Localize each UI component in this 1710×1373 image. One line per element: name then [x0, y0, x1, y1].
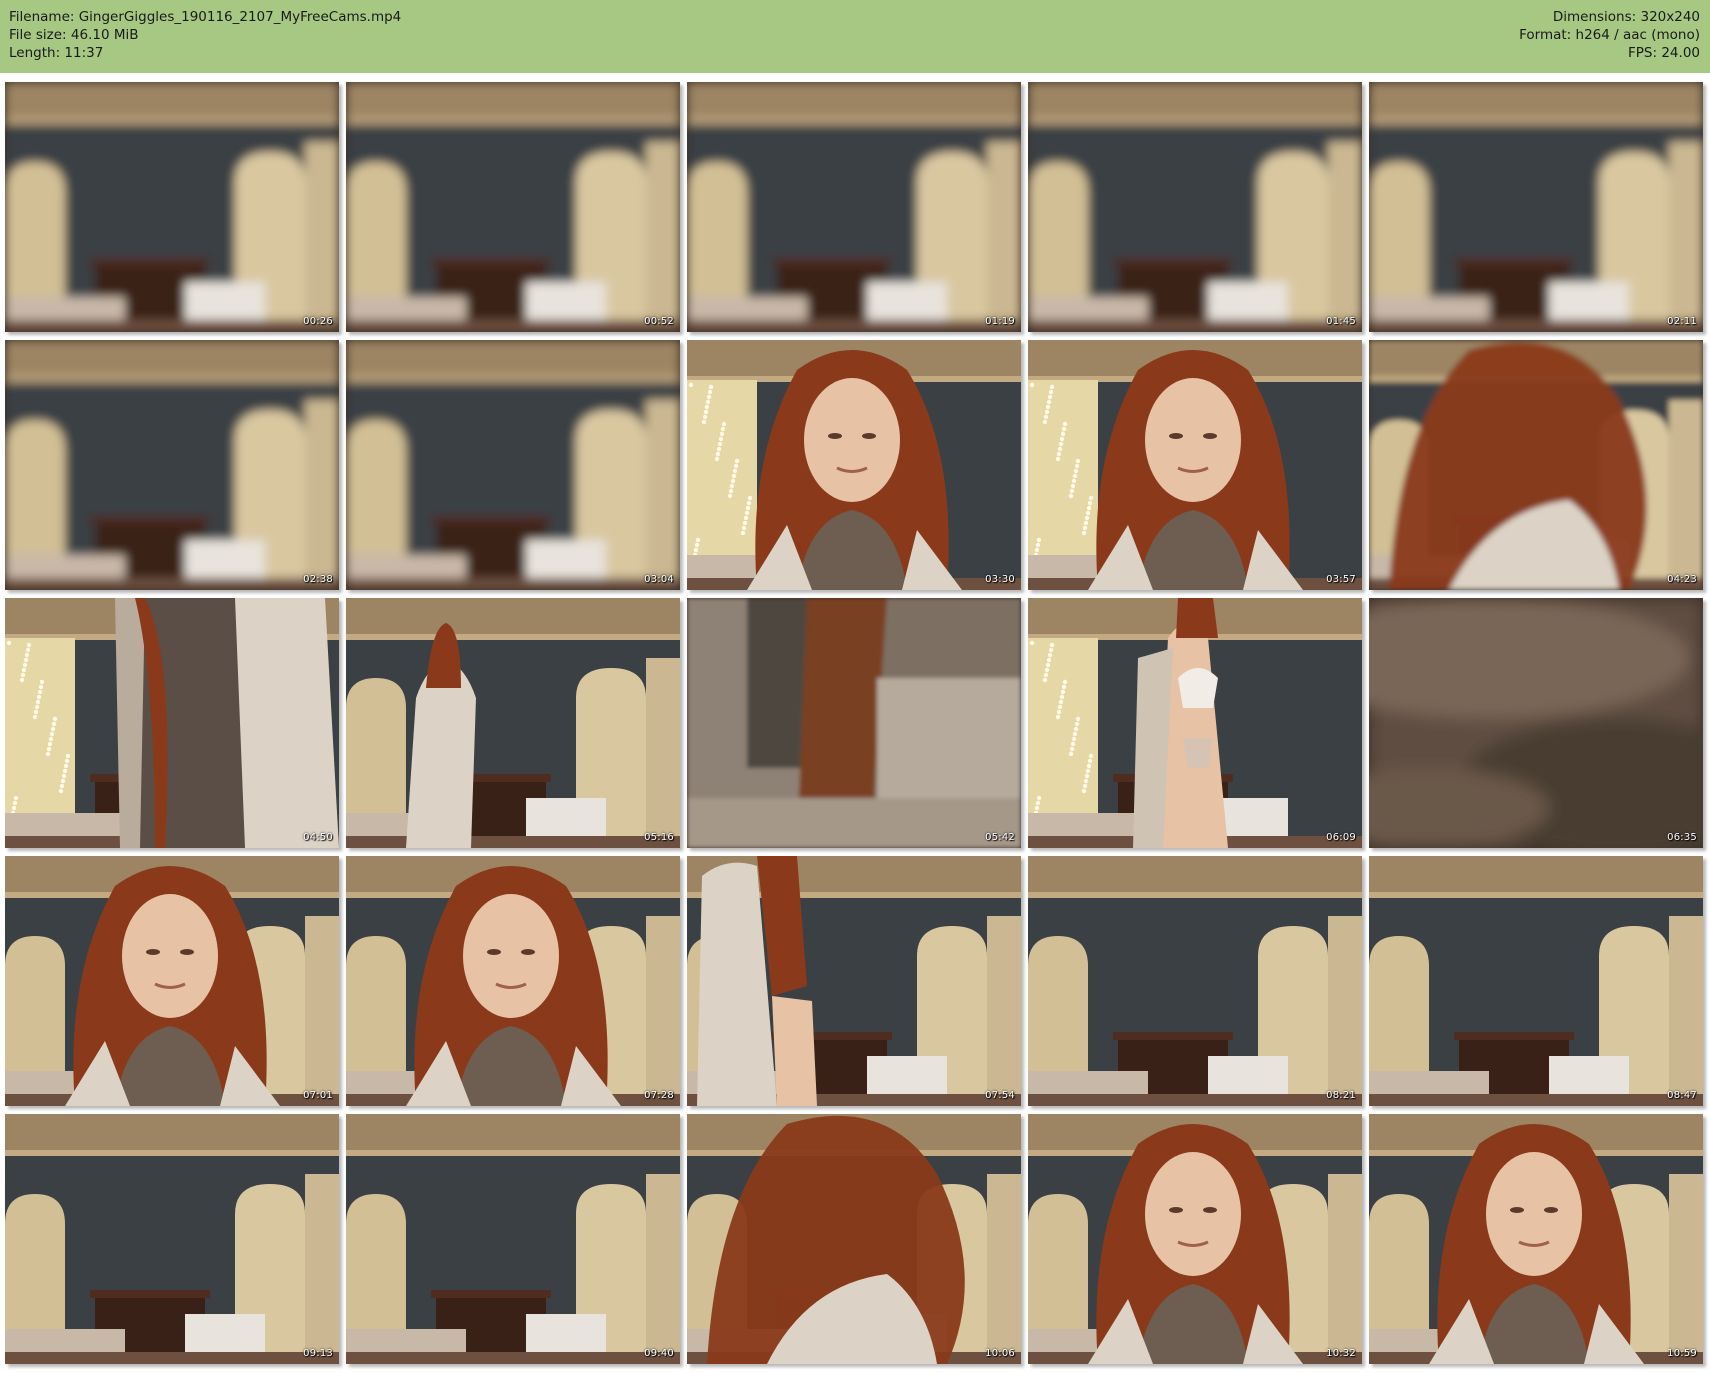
thumbnail-frame: 05:16: [346, 598, 680, 848]
thumbnail-timestamp: 08:21: [1326, 1090, 1356, 1101]
filename-text: Filename: GingerGiggles_190116_2107_MyFr…: [9, 9, 402, 25]
format-text: Format: h264 / aac (mono): [1519, 27, 1700, 43]
thumbnail-image: [1028, 856, 1362, 1106]
thumbnail-timestamp: 10:06: [985, 1348, 1015, 1359]
thumbnail-image: [346, 340, 680, 590]
thumbnail-image: [5, 82, 339, 332]
thumbnail-image: [1369, 598, 1703, 848]
thumbnail-image: [1028, 340, 1362, 590]
thumbnail-image: [346, 82, 680, 332]
thumbnail-timestamp: 08:47: [1667, 1090, 1697, 1101]
thumbnail-image: [346, 856, 680, 1106]
thumbnail-timestamp: 03:30: [985, 574, 1015, 585]
thumbnail-frame: 07:54: [687, 856, 1021, 1106]
thumbnail-frame: 00:26: [5, 82, 339, 332]
thumbnail-image: [1369, 1114, 1703, 1364]
thumbnail-frame: 10:32: [1028, 1114, 1362, 1364]
thumbnail-frame: 01:19: [687, 82, 1021, 332]
thumbnail-image: [5, 340, 339, 590]
thumbnail-timestamp: 09:40: [644, 1348, 674, 1359]
thumbnail-timestamp: 01:45: [1326, 316, 1356, 327]
thumbnail-timestamp: 07:28: [644, 1090, 674, 1101]
thumbnail-timestamp: 06:09: [1326, 832, 1356, 843]
thumbnail-timestamp: 04:50: [303, 832, 333, 843]
length-text: Length: 11:37: [9, 45, 104, 61]
thumbnail-timestamp: 05:42: [985, 832, 1015, 843]
thumbnail-frame: 02:38: [5, 340, 339, 590]
file-info: Filename: GingerGiggles_190116_2107_MyFr…: [9, 8, 401, 62]
thumbnail-image: [1369, 856, 1703, 1106]
thumbnail-image: [687, 340, 1021, 590]
thumbnail-frame: 06:35: [1369, 598, 1703, 848]
video-info: Dimensions: 320x240 Format: h264 / aac (…: [1519, 8, 1700, 62]
thumbnail-grid: 00:26 00:52 01:19 01:45 02:11 02:38 03:0…: [5, 82, 1705, 1368]
thumbnail-timestamp: 03:57: [1326, 574, 1356, 585]
thumbnail-timestamp: 07:54: [985, 1090, 1015, 1101]
thumbnail-frame: 09:40: [346, 1114, 680, 1364]
thumbnail-image: [5, 856, 339, 1106]
thumbnail-image: [1369, 340, 1703, 590]
thumbnail-timestamp: 10:32: [1326, 1348, 1356, 1359]
thumbnail-frame: 03:57: [1028, 340, 1362, 590]
thumbnail-timestamp: 06:35: [1667, 832, 1697, 843]
info-header: Filename: GingerGiggles_190116_2107_MyFr…: [0, 0, 1710, 73]
thumbnail-frame: 10:06: [687, 1114, 1021, 1364]
thumbnail-timestamp: 02:11: [1667, 316, 1697, 327]
thumbnail-frame: 03:04: [346, 340, 680, 590]
thumbnail-image: [1028, 1114, 1362, 1364]
thumbnail-image: [687, 82, 1021, 332]
thumbnail-frame: 01:45: [1028, 82, 1362, 332]
thumbnail-timestamp: 03:04: [644, 574, 674, 585]
thumbnail-frame: 07:01: [5, 856, 339, 1106]
filesize-text: File size: 46.10 MiB: [9, 27, 139, 43]
thumbnail-timestamp: 01:19: [985, 316, 1015, 327]
thumbnail-image: [687, 856, 1021, 1106]
thumbnail-frame: 03:30: [687, 340, 1021, 590]
thumbnail-frame: 06:09: [1028, 598, 1362, 848]
thumbnail-frame: 00:52: [346, 82, 680, 332]
thumbnail-timestamp: 07:01: [303, 1090, 333, 1101]
thumbnail-frame: 09:13: [5, 1114, 339, 1364]
thumbnail-timestamp: 05:16: [644, 832, 674, 843]
thumbnail-frame: 08:21: [1028, 856, 1362, 1106]
thumbnail-frame: 10:59: [1369, 1114, 1703, 1364]
thumbnail-image: [1028, 598, 1362, 848]
thumbnail-timestamp: 10:59: [1667, 1348, 1697, 1359]
thumbnail-image: [346, 598, 680, 848]
thumbnail-frame: 05:42: [687, 598, 1021, 848]
thumbnail-image: [687, 598, 1021, 848]
fps-text: FPS: 24.00: [1628, 45, 1700, 61]
thumbnail-image: [1028, 82, 1362, 332]
thumbnail-timestamp: 00:52: [644, 316, 674, 327]
thumbnail-frame: 07:28: [346, 856, 680, 1106]
thumbnail-timestamp: 02:38: [303, 574, 333, 585]
thumbnail-image: [346, 1114, 680, 1364]
dimensions-text: Dimensions: 320x240: [1552, 9, 1700, 25]
thumbnail-timestamp: 04:23: [1667, 574, 1697, 585]
thumbnail-frame: 08:47: [1369, 856, 1703, 1106]
thumbnail-frame: 02:11: [1369, 82, 1703, 332]
thumbnail-timestamp: 09:13: [303, 1348, 333, 1359]
thumbnail-frame: 04:50: [5, 598, 339, 848]
thumbnail-image: [5, 598, 339, 848]
thumbnail-image: [687, 1114, 1021, 1364]
thumbnail-image: [5, 1114, 339, 1364]
thumbnail-timestamp: 00:26: [303, 316, 333, 327]
thumbnail-frame: 04:23: [1369, 340, 1703, 590]
thumbnail-image: [1369, 82, 1703, 332]
